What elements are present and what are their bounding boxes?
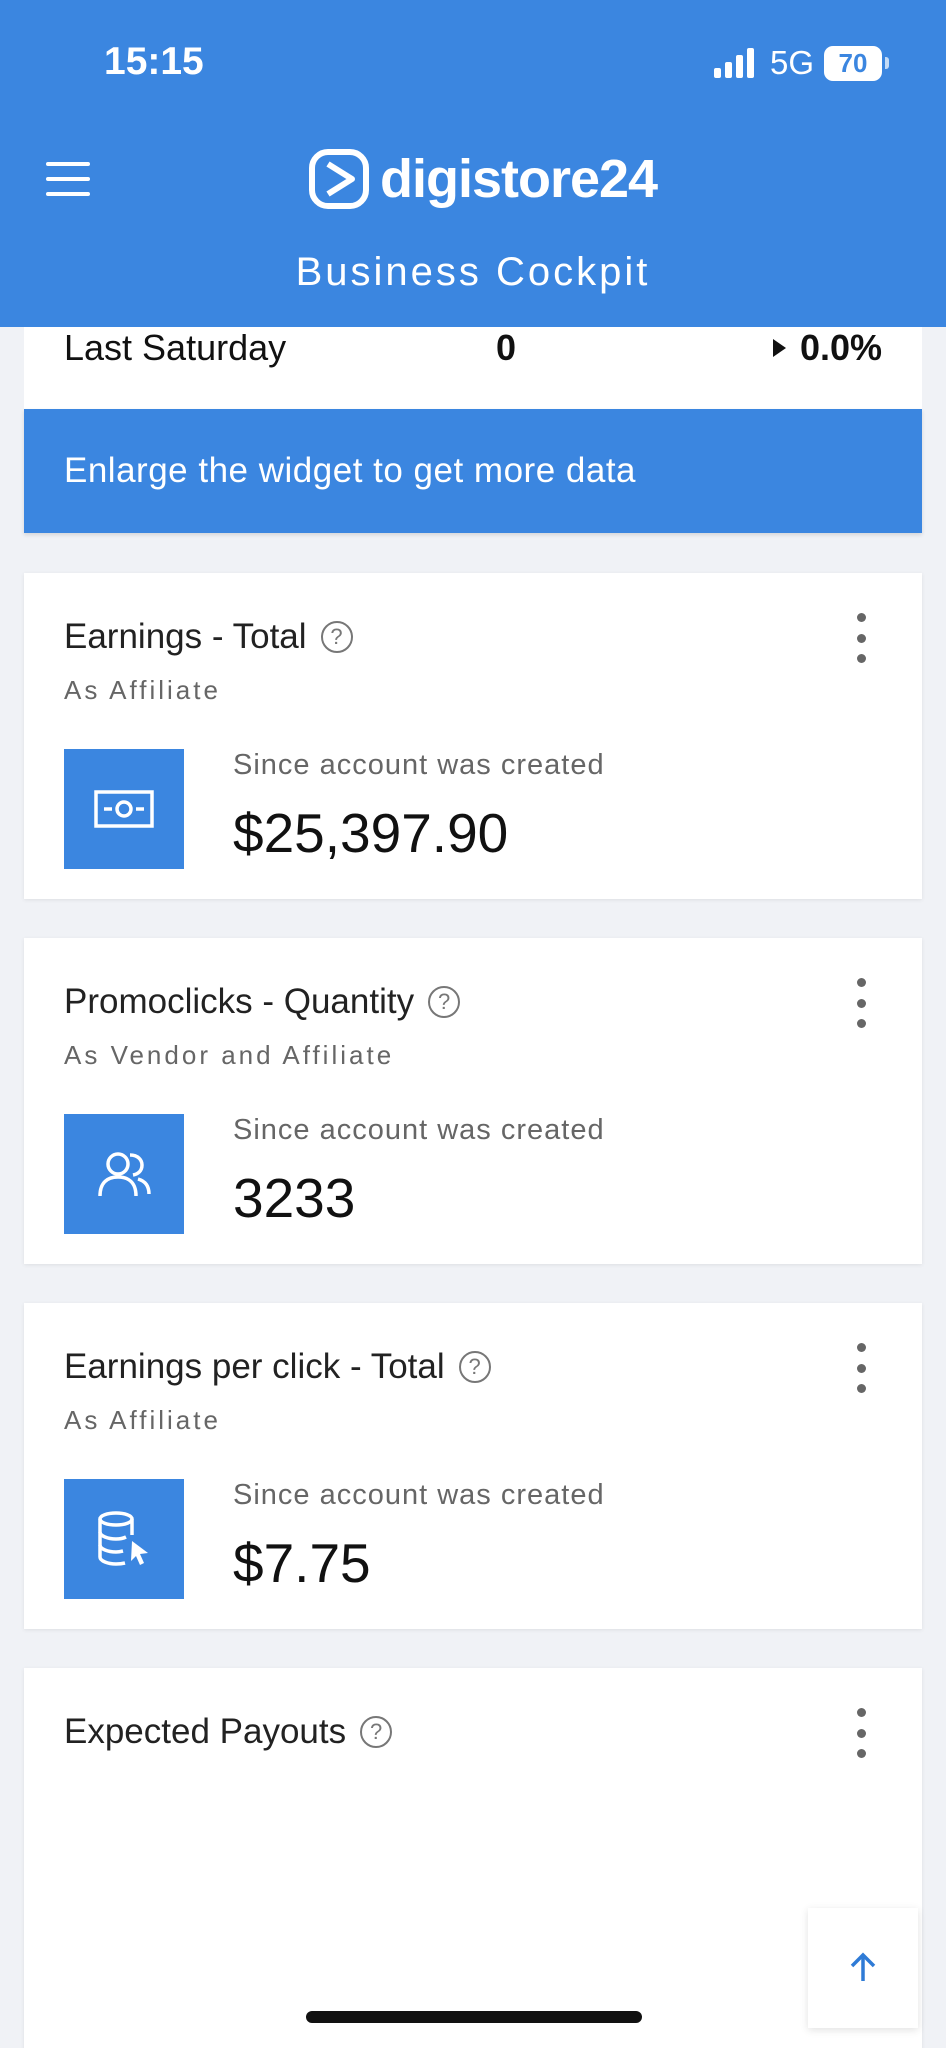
status-time: 15:15 [104,40,204,83]
logo-icon [309,149,369,209]
earnings-total-card: Earnings - Total ? As Affiliate Since ac… [24,573,922,899]
metric-value: $25,397.90 [233,802,509,864]
metric-value: $7.75 [233,1532,371,1594]
card-title: Earnings - Total ? [64,617,353,657]
promoclicks-card: Promoclicks - Quantity ? As Vendor and A… [24,938,922,1264]
home-indicator[interactable] [306,2011,642,2023]
card-title: Promoclicks - Quantity ? [64,982,461,1022]
help-icon[interactable]: ? [458,1351,491,1383]
card-title-text: Expected Payouts [64,1712,347,1751]
status-indicators: 5G 70 [713,44,889,82]
database-click-icon [64,1479,184,1599]
earnings-per-click-card: Earnings per click - Total ? As Affiliat… [24,1303,922,1629]
help-icon[interactable]: ? [320,621,353,653]
row-change: 0.0% [772,327,882,369]
expected-payouts-card: Expected Payouts ? [24,1668,922,2048]
money-icon [64,749,184,869]
more-options-button[interactable] [854,1343,868,1393]
more-options-button[interactable] [854,978,868,1028]
card-title-text: Earnings - Total [64,617,307,656]
card-subtitle: As Affiliate [64,675,221,705]
more-options-button[interactable] [854,1708,868,1758]
card-title-text: Earnings per click - Total [64,1347,445,1386]
scroll-to-top-button[interactable] [808,1908,918,2028]
change-value: 0.0% [799,327,882,368]
period-label: Since account was created [233,1114,605,1146]
row-value: 0 [496,327,517,368]
menu-icon [46,162,90,166]
signal-icon [713,48,754,78]
card-title: Earnings per click - Total ? [64,1347,491,1387]
metric-value: 3233 [233,1167,356,1229]
users-icon [64,1114,184,1234]
triangle-right-icon [772,339,786,357]
card-title-text: Promoclicks - Quantity [64,982,415,1021]
help-icon[interactable]: ? [428,986,461,1018]
app-logo: digistore24 [308,148,658,210]
help-icon[interactable]: ? [360,1716,393,1748]
enlarge-widget-banner[interactable]: Enlarge the widget to get more data [24,409,922,533]
app-header: 15:15 5G 70 digistore24 Business Cockpit [0,0,946,327]
card-subtitle: As Vendor and Affiliate [64,1040,395,1070]
logo-text: digistore24 [380,149,658,209]
period-label: Since account was created [233,749,605,781]
stats-widget: Last Saturday 0 0.0% [24,327,922,409]
more-options-button[interactable] [854,613,868,663]
page-subtitle: Business Cockpit [295,250,651,294]
network-type: 5G [769,44,814,81]
card-subtitle: As Affiliate [64,1405,221,1435]
row-label: Last Saturday [64,327,287,368]
arrow-up-icon [850,1952,876,1981]
period-label: Since account was created [233,1479,605,1511]
battery-icon: 70 [824,45,889,81]
hamburger-menu-button[interactable] [46,162,90,196]
card-title: Expected Payouts ? [64,1712,393,1752]
